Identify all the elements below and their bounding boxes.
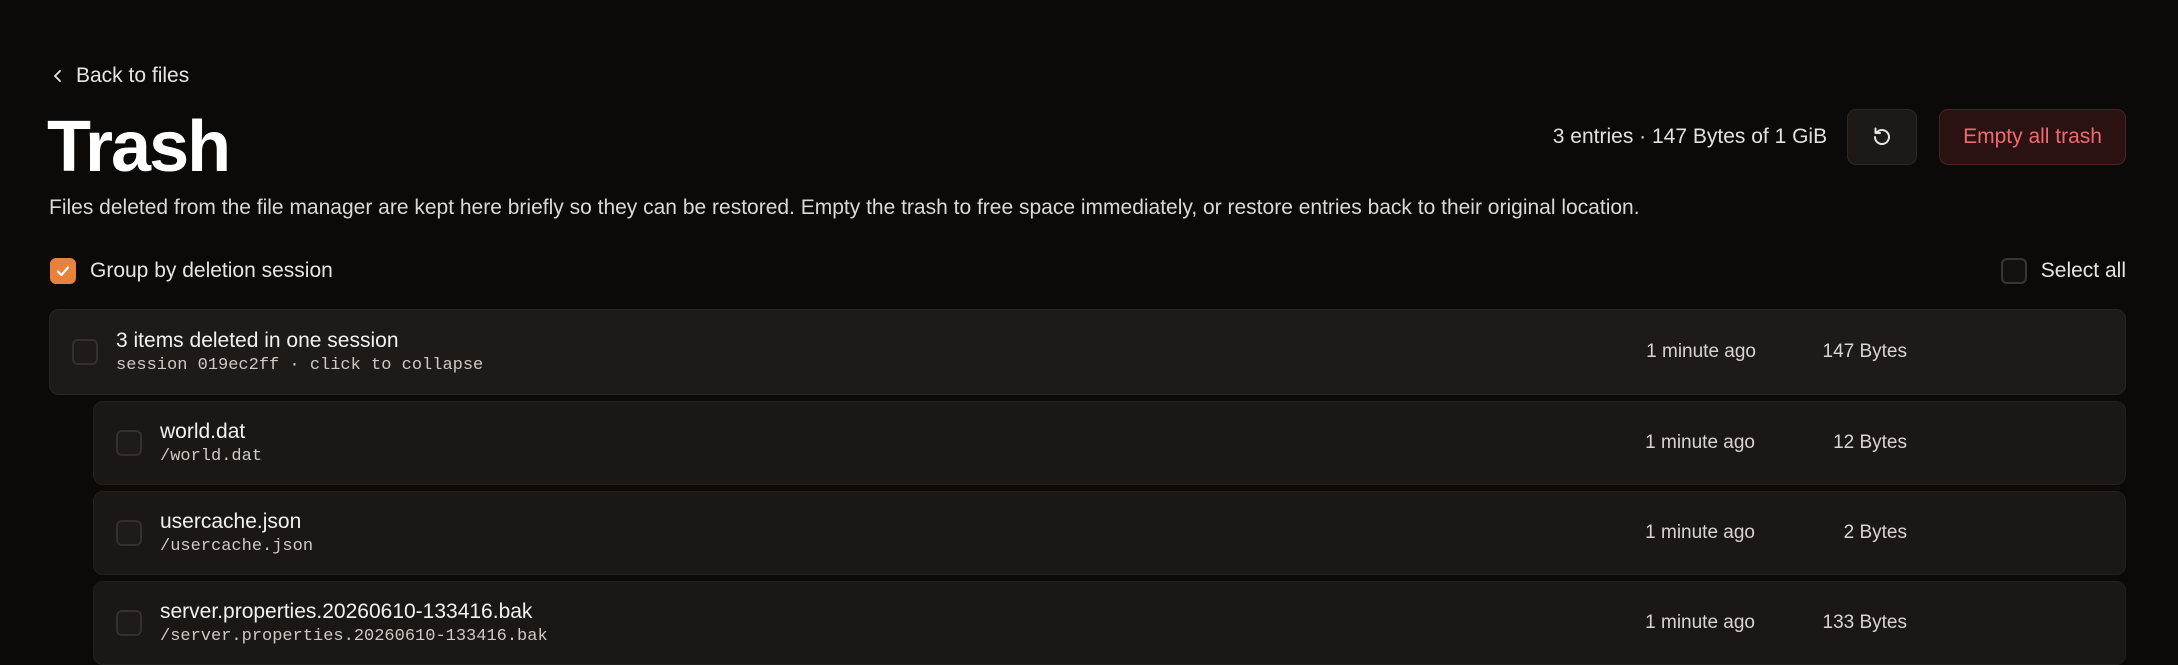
chevron-left-icon: [54, 70, 61, 82]
entry-name: world.dat: [160, 420, 246, 443]
select-all-label: Select all: [2040, 259, 2126, 282]
check-icon: [56, 266, 70, 277]
session-subtitle: session 019ec2ff · click to collapse: [116, 356, 484, 375]
entry-checkbox[interactable]: [116, 610, 142, 636]
refresh-icon: [1874, 127, 1891, 145]
entry-path: /usercache.json: [160, 537, 314, 556]
back-to-files-link[interactable]: Back to files: [50, 64, 189, 88]
back-link-label: Back to files: [76, 64, 190, 87]
trash-usage-summary: 3 entries · 147 Bytes of 1 GiB: [1552, 125, 1828, 148]
page-description: Files deleted from the file manager are …: [49, 196, 1640, 219]
page-title: Trash: [47, 107, 231, 187]
entry-size: 2 Bytes: [1843, 522, 1907, 543]
trash-entry-row[interactable]: server.properties.20260610-133416.bak /s…: [93, 581, 2126, 665]
entry-checkbox[interactable]: [116, 430, 142, 456]
entry-checkbox[interactable]: [116, 520, 142, 546]
entry-size: 133 Bytes: [1822, 612, 1908, 633]
entry-path: /world.dat: [160, 447, 263, 466]
entry-deleted-time: 1 minute ago: [1645, 432, 1755, 453]
entry-path: /server.properties.20260610-133416.bak: [160, 627, 548, 646]
session-title: 3 items deleted in one session: [116, 329, 399, 352]
trash-page: Back to files Trash Files deleted from t…: [0, 0, 2178, 665]
entry-name: usercache.json: [160, 510, 302, 533]
select-all-checkbox[interactable]: [2000, 258, 2027, 284]
deletion-session-group[interactable]: 3 items deleted in one session session 0…: [49, 309, 2126, 395]
session-deleted-time: 1 minute ago: [1646, 341, 1756, 362]
entry-name: server.properties.20260610-133416.bak: [160, 600, 533, 623]
group-by-session-label: Group by deletion session: [90, 259, 333, 282]
trash-entry-row[interactable]: usercache.json /usercache.json 1 minute …: [93, 491, 2126, 575]
session-checkbox[interactable]: [72, 339, 98, 365]
group-by-session-checkbox[interactable]: [50, 258, 76, 284]
refresh-button[interactable]: [1847, 109, 1918, 165]
trash-list: 3 items deleted in one session session 0…: [49, 309, 2126, 665]
session-size: 147 Bytes: [1822, 341, 1908, 362]
entry-size: 12 Bytes: [1833, 432, 1907, 453]
header-actions: 3 entries · 147 Bytes of 1 GiB Empty all…: [1553, 109, 2126, 165]
options-row: Group by deletion session Select all: [50, 258, 2126, 284]
select-all-toggle[interactable]: Select all: [2000, 258, 2126, 284]
trash-entry-row[interactable]: world.dat /world.dat 1 minute ago 12 Byt…: [93, 401, 2126, 485]
empty-all-trash-button[interactable]: Empty all trash: [1939, 109, 2126, 165]
entry-deleted-time: 1 minute ago: [1645, 612, 1755, 633]
entry-deleted-time: 1 minute ago: [1645, 522, 1755, 543]
group-by-session-toggle[interactable]: Group by deletion session: [50, 258, 333, 284]
